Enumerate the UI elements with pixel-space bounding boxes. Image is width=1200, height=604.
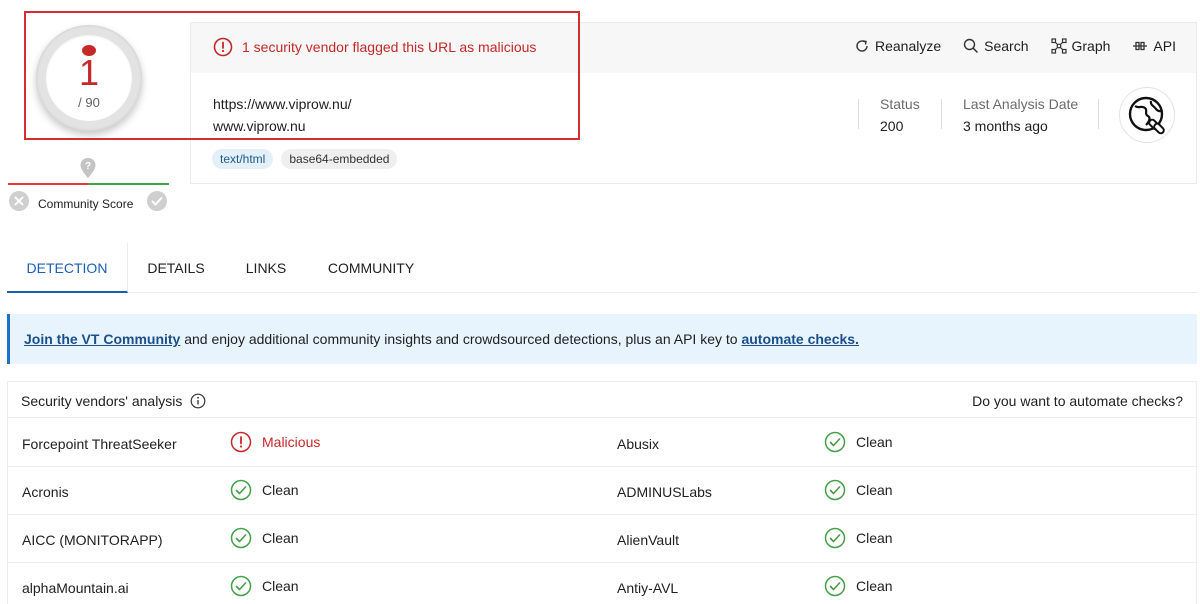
vendor-name: Acronis (22, 484, 69, 500)
vendor-name: ADMINUSLabs (617, 484, 712, 500)
reanalyze-label: Reanalyze (874, 38, 942, 54)
graph-icon (1050, 38, 1067, 54)
vendor-result-text: Clean (856, 530, 893, 546)
vendor-result-text: Clean (262, 482, 299, 498)
vendors-header: Security vendors' analysis Do you want t… (8, 382, 1196, 418)
last-analysis-value: 3 months ago (963, 118, 1048, 134)
vote-harmless-icon[interactable] (147, 191, 167, 216)
vendor-result-text: Clean (856, 482, 893, 498)
automate-checks-prompt[interactable]: Do you want to automate checks? (972, 393, 1183, 409)
vendor-name: Antiy-AVL (617, 580, 679, 596)
vendor-result: Clean (824, 527, 893, 549)
vendor-name: Abusix (617, 436, 660, 452)
vendor-result: Clean (824, 431, 893, 453)
clean-check-icon (230, 527, 252, 549)
tab-detection[interactable]: DETECTION (7, 243, 128, 293)
meta-divider (1098, 99, 1099, 129)
clean-check-icon (824, 479, 846, 501)
community-score-marker-icon: ? (79, 157, 97, 179)
vendor-result-text: Clean (262, 530, 299, 546)
graph-label: Graph (1071, 38, 1111, 54)
tab-details[interactable]: DETAILS (135, 243, 217, 293)
vendor-result: Clean (230, 479, 299, 501)
url-globe-icon (1119, 87, 1175, 143)
last-analysis-label: Last Analysis Date (963, 96, 1079, 112)
status-label: Status (880, 96, 920, 112)
vendor-row: AICC (MONITORAPP) Clean AlienVault Clean (8, 515, 1196, 563)
clean-check-icon (824, 431, 846, 453)
vendor-name: AICC (MONITORAPP) (22, 532, 163, 548)
vendor-row: Acronis Clean ADMINUSLabs Clean (8, 467, 1196, 515)
tag-list: text/html base64-embedded (212, 149, 405, 169)
banner-text: Join the VT Community and enjoy addition… (24, 331, 859, 347)
toolbar: Reanalyze Search Graph API (832, 38, 1176, 54)
vendors-title: Security vendors' analysis (21, 393, 206, 409)
clean-check-icon (824, 527, 846, 549)
vendor-name: AlienVault (617, 532, 680, 548)
vendor-result-text: Malicious (262, 434, 321, 450)
vendor-result: Clean (230, 575, 299, 597)
reanalyze-button[interactable]: Reanalyze (854, 38, 941, 54)
vote-malicious-icon[interactable] (9, 191, 29, 216)
community-score-label: Community Score (38, 197, 134, 211)
vendor-result-text: Clean (856, 578, 893, 594)
api-label: API (1153, 38, 1176, 54)
vendor-result: Malicious (230, 431, 320, 453)
clean-check-icon (230, 479, 252, 501)
banner-body: and enjoy additional community insights … (180, 331, 742, 347)
search-button[interactable]: Search (963, 38, 1029, 54)
search-icon (963, 38, 979, 54)
clean-check-icon (230, 575, 252, 597)
api-icon (1133, 41, 1148, 51)
refresh-icon (856, 40, 868, 52)
tag-content-type[interactable]: text/html (212, 149, 274, 169)
info-icon[interactable] (190, 393, 206, 409)
vendor-result: Clean (824, 575, 893, 597)
tab-links[interactable]: LINKS (233, 243, 299, 293)
highlight-annotation-box (24, 11, 580, 140)
vendor-row: Forcepoint ThreatSeeker Malicious Abusix… (8, 419, 1196, 467)
search-label: Search (984, 38, 1029, 54)
vendor-result: Clean (824, 479, 893, 501)
vendor-result-text: Clean (856, 434, 893, 450)
community-banner: Join the VT Community and enjoy addition… (7, 314, 1197, 364)
community-score-bar (8, 183, 169, 185)
vendor-row: alphaMountain.ai Clean Antiy-AVL Clean (8, 563, 1196, 604)
tag-base64[interactable]: base64-embedded (281, 149, 398, 169)
vendor-result-text: Clean (262, 578, 299, 594)
automate-checks-link[interactable]: automate checks. (741, 331, 859, 347)
svg-text:?: ? (85, 161, 91, 172)
status-value: 200 (880, 118, 904, 134)
tab-community[interactable]: COMMUNITY (315, 243, 427, 293)
clean-check-icon (824, 575, 846, 597)
meta-divider (941, 99, 942, 129)
vendor-result: Clean (230, 527, 299, 549)
vendor-name: alphaMountain.ai (22, 580, 129, 596)
graph-button[interactable]: Graph (1050, 38, 1111, 54)
vendors-table: Security vendors' analysis Do you want t… (7, 381, 1197, 604)
vendor-name: Forcepoint ThreatSeeker (22, 436, 177, 452)
api-button[interactable]: API (1132, 38, 1176, 54)
vendors-title-text: Security vendors' analysis (21, 393, 183, 409)
malicious-icon (230, 431, 252, 453)
join-community-link[interactable]: Join the VT Community (24, 331, 180, 347)
tab-bar: DETECTION DETAILS LINKS COMMUNITY (7, 243, 1197, 293)
meta-divider (858, 99, 859, 129)
